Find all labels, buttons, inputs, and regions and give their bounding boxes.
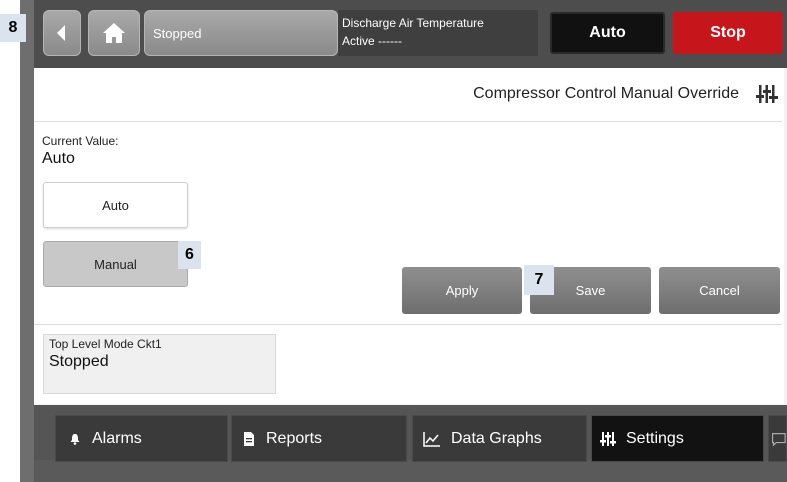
annotation-badge-8: 8 xyxy=(0,14,26,42)
apply-button[interactable]: Apply xyxy=(402,267,522,314)
settings-sliders-icon xyxy=(756,85,778,103)
top-level-mode-label: Top Level Mode Ckt1 xyxy=(49,337,162,351)
nav-reports[interactable]: Reports xyxy=(231,415,407,462)
status-button[interactable]: Stopped xyxy=(144,10,338,56)
bell-icon xyxy=(68,432,82,446)
current-value-label: Current Value: xyxy=(42,134,119,148)
nav-reports-label: Reports xyxy=(266,429,323,447)
annotation-badge-6: 6 xyxy=(178,241,201,269)
manual-option-button[interactable]: Manual xyxy=(43,241,188,287)
nav-data-graphs-label: Data Graphs xyxy=(451,429,542,447)
nav-settings-label: Settings xyxy=(626,429,684,447)
stop-button[interactable]: Stop xyxy=(673,12,783,54)
discharge-status: Active ------ xyxy=(342,34,402,48)
message-button[interactable] xyxy=(768,415,787,462)
nav-settings[interactable]: Settings xyxy=(591,415,764,462)
settings-sliders-icon xyxy=(600,431,616,447)
back-button[interactable] xyxy=(43,10,81,56)
auto-option-button[interactable]: Auto xyxy=(43,182,188,228)
discharge-air-display: Discharge Air Temperature Active ------ xyxy=(338,10,538,56)
nav-alarms-label: Alarms xyxy=(92,429,142,447)
graph-icon xyxy=(423,431,441,447)
bottom-strip xyxy=(34,460,787,482)
report-icon xyxy=(242,431,256,447)
cancel-button[interactable]: Cancel xyxy=(659,267,780,314)
frame-left-border xyxy=(20,0,34,482)
discharge-title: Discharge Air Temperature xyxy=(342,16,484,30)
message-icon xyxy=(771,432,786,447)
annotation-badge-7: 7 xyxy=(524,265,554,295)
top-level-mode-box: Top Level Mode Ckt1 Stopped xyxy=(43,334,276,394)
auto-mode-button[interactable]: Auto xyxy=(550,12,665,54)
divider xyxy=(34,121,782,122)
nav-alarms[interactable]: Alarms xyxy=(55,415,228,462)
current-value: Auto xyxy=(42,150,75,167)
nav-data-graphs[interactable]: Data Graphs xyxy=(412,415,587,462)
top-level-mode-value: Stopped xyxy=(49,353,109,370)
back-icon xyxy=(57,25,65,41)
home-icon xyxy=(103,23,125,43)
home-button[interactable] xyxy=(88,10,140,56)
divider xyxy=(34,324,782,325)
page-title: Compressor Control Manual Override xyxy=(473,85,739,102)
